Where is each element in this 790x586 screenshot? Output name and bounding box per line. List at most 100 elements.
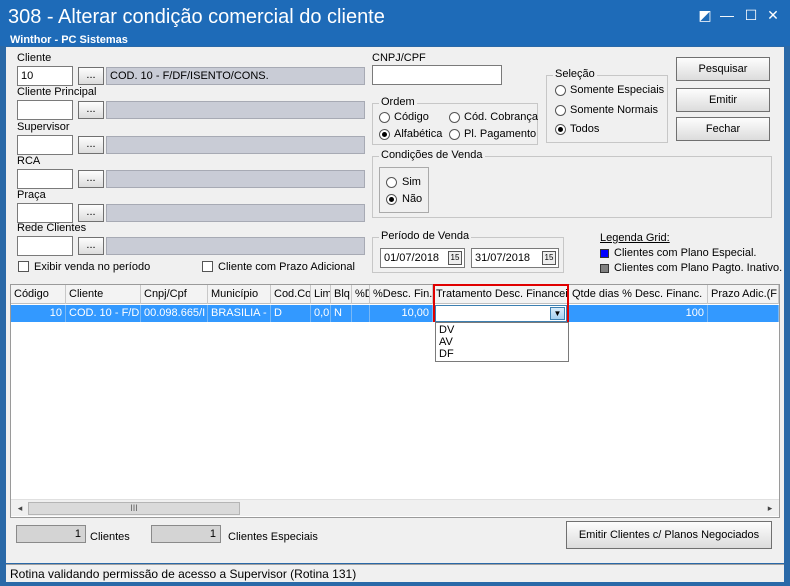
praca-input[interactable] xyxy=(17,203,73,223)
grid-header: Código Cliente Cnpj/Cpf Município Cod.Co… xyxy=(11,285,779,304)
especiais-count-label: Clientes Especiais xyxy=(228,531,318,543)
cliente-principal-lookup-button[interactable]: ... xyxy=(78,101,104,119)
selecao-normais-radio[interactable] xyxy=(555,105,566,116)
tratamento-dropdown[interactable]: DV AV DF xyxy=(435,322,569,362)
cliente-principal-input[interactable] xyxy=(17,100,73,120)
cliente-desc-field: COD. 10 - F/DF/ISENTO/CONS. xyxy=(106,67,365,85)
condicoes-sim-radio[interactable] xyxy=(386,177,397,188)
col-codigo[interactable]: Código xyxy=(11,285,66,304)
dropdown-option-av[interactable]: AV xyxy=(439,336,453,348)
scroll-thumb[interactable]: III xyxy=(28,502,240,515)
calendar-icon[interactable]: 15 xyxy=(542,251,556,265)
periodo-venda-group: Período de Venda 01/07/2018 15 31/07/201… xyxy=(372,230,564,273)
ordem-group: Ordem Código Cód. Cobrança Alfabética Pl… xyxy=(372,96,538,145)
periodo-start-input[interactable]: 01/07/2018 15 xyxy=(380,248,465,268)
condicoes-sim-label: Sim xyxy=(402,176,421,188)
fechar-button[interactable]: Fechar xyxy=(676,117,770,141)
col-cnpj[interactable]: Cnpj/Cpf xyxy=(141,285,208,304)
dropdown-option-dv[interactable]: DV xyxy=(439,324,454,336)
periodo-end-input[interactable]: 31/07/2018 15 xyxy=(471,248,559,268)
ordem-alfabetica-radio[interactable] xyxy=(379,129,390,140)
emitir-button[interactable]: Emitir xyxy=(676,88,770,112)
cnpj-input[interactable] xyxy=(372,65,502,85)
scroll-right-icon[interactable]: ▸ xyxy=(763,502,777,515)
selecao-group: Seleção Somente Especiais Somente Normai… xyxy=(546,68,668,143)
tratamento-combo[interactable]: ▼ xyxy=(435,305,567,322)
col-prazo-adic[interactable]: Prazo Adic.(F xyxy=(708,285,779,304)
horizontal-scrollbar[interactable]: ◂ III ▸ xyxy=(11,499,779,516)
col-desc-fin[interactable]: %Desc. Fin. xyxy=(370,285,433,304)
col-municipio[interactable]: Município xyxy=(208,285,271,304)
maximize-button[interactable]: ☐ xyxy=(740,6,762,24)
ordem-plpagamento-radio[interactable] xyxy=(449,129,460,140)
ordem-cobranca-radio[interactable] xyxy=(449,112,460,123)
window-subtitle: Winthor - PC Sistemas xyxy=(10,34,128,46)
rede-clientes-lookup-button[interactable]: ... xyxy=(78,237,104,255)
rca-desc-field xyxy=(106,170,365,188)
scroll-left-icon[interactable]: ◂ xyxy=(13,502,27,515)
rca-label: RCA xyxy=(17,155,41,167)
cliente-code-input[interactable]: 10 xyxy=(17,66,73,86)
pesquisar-button[interactable]: Pesquisar xyxy=(676,57,770,81)
ordem-codigo-label: Código xyxy=(394,111,429,123)
cliente-lookup-button[interactable]: ... xyxy=(78,67,104,85)
close-button[interactable]: ✕ xyxy=(762,6,784,24)
title-bar: 308 - Alterar condição comercial do clie… xyxy=(0,0,790,46)
ordem-codigo-radio[interactable] xyxy=(379,112,390,123)
restore-icon[interactable]: ◩ xyxy=(694,6,716,24)
selecao-especiais-radio[interactable] xyxy=(555,85,566,96)
rca-input[interactable] xyxy=(17,169,73,189)
praca-lookup-button[interactable]: ... xyxy=(78,204,104,222)
cliente-principal-label: Cliente Principal xyxy=(17,86,97,98)
prazo-adicional-checkbox[interactable] xyxy=(202,261,213,272)
col-blq[interactable]: Blq xyxy=(331,285,352,304)
window-title: 308 - Alterar condição comercial do clie… xyxy=(8,6,385,28)
selecao-todos-label: Todos xyxy=(570,123,600,135)
periodo-venda-title: Período de Venda xyxy=(379,230,472,242)
cell-municipio: BRASILIA - I xyxy=(208,305,271,322)
periodo-start-value: 01/07/2018 xyxy=(384,252,440,264)
calendar-icon[interactable]: 15 xyxy=(448,251,462,265)
exibir-venda-checkbox[interactable] xyxy=(18,261,29,272)
status-bar: Rotina validando permissão de acesso a S… xyxy=(6,564,784,582)
condicoes-nao-radio[interactable] xyxy=(386,194,397,205)
cliente-principal-desc-field xyxy=(106,101,365,119)
dropdown-option-df[interactable]: DF xyxy=(439,348,454,360)
legend-blue-swatch xyxy=(600,249,609,258)
col-lim[interactable]: Lim xyxy=(311,285,331,304)
supervisor-input[interactable] xyxy=(17,135,73,155)
table-row[interactable]: 10 COD. 10 - F/DF 00.098.665/I BRASILIA … xyxy=(11,305,779,322)
cell-blq: N xyxy=(331,305,352,322)
form-body: Cliente 10 ... COD. 10 - F/DF/ISENTO/CON… xyxy=(6,47,784,563)
rca-lookup-button[interactable]: ... xyxy=(78,170,104,188)
cell-cliente: COD. 10 - F/DF xyxy=(66,305,141,322)
app-window: 308 - Alterar condição comercial do clie… xyxy=(0,0,790,586)
cliente-label: Cliente xyxy=(17,52,52,64)
periodo-end-value: 31/07/2018 xyxy=(475,252,531,264)
minimize-button[interactable]: — xyxy=(716,6,738,24)
cell-pd xyxy=(352,305,370,322)
legend-gray-swatch xyxy=(600,264,609,273)
emitir-clientes-button[interactable]: Emitir Clientes c/ Planos Negociados xyxy=(566,521,772,549)
clientes-grid[interactable]: Código Cliente Cnpj/Cpf Município Cod.Co… xyxy=(10,284,780,518)
selecao-todos-radio[interactable] xyxy=(555,124,566,135)
praca-label: Praça xyxy=(17,189,46,201)
col-codcob[interactable]: Cod.Co xyxy=(271,285,311,304)
supervisor-lookup-button[interactable]: ... xyxy=(78,136,104,154)
rede-clientes-input[interactable] xyxy=(17,236,73,256)
cell-desc-fin: 10,00 xyxy=(370,305,433,322)
praca-desc-field xyxy=(106,204,365,222)
chevron-down-icon[interactable]: ▼ xyxy=(550,307,565,320)
legend-especial-label: Clientes com Plano Especial. xyxy=(614,247,757,259)
col-pd[interactable]: %D xyxy=(352,285,370,304)
col-cliente[interactable]: Cliente xyxy=(66,285,141,304)
condicoes-venda-group: Condições de Venda Sim Não xyxy=(372,149,772,218)
col-qtde-dias[interactable]: Qtde dias % Desc. Financ. xyxy=(569,285,708,304)
cell-codigo: 10 xyxy=(11,305,66,322)
exibir-venda-label: Exibir venda no período xyxy=(34,261,151,273)
condicoes-nao-label: Não xyxy=(402,193,423,205)
supervisor-label: Supervisor xyxy=(17,121,70,133)
ordem-alfabetica-label: Alfabética xyxy=(394,128,443,140)
especiais-count: 1 xyxy=(151,525,221,543)
clientes-count: 1 xyxy=(16,525,86,543)
